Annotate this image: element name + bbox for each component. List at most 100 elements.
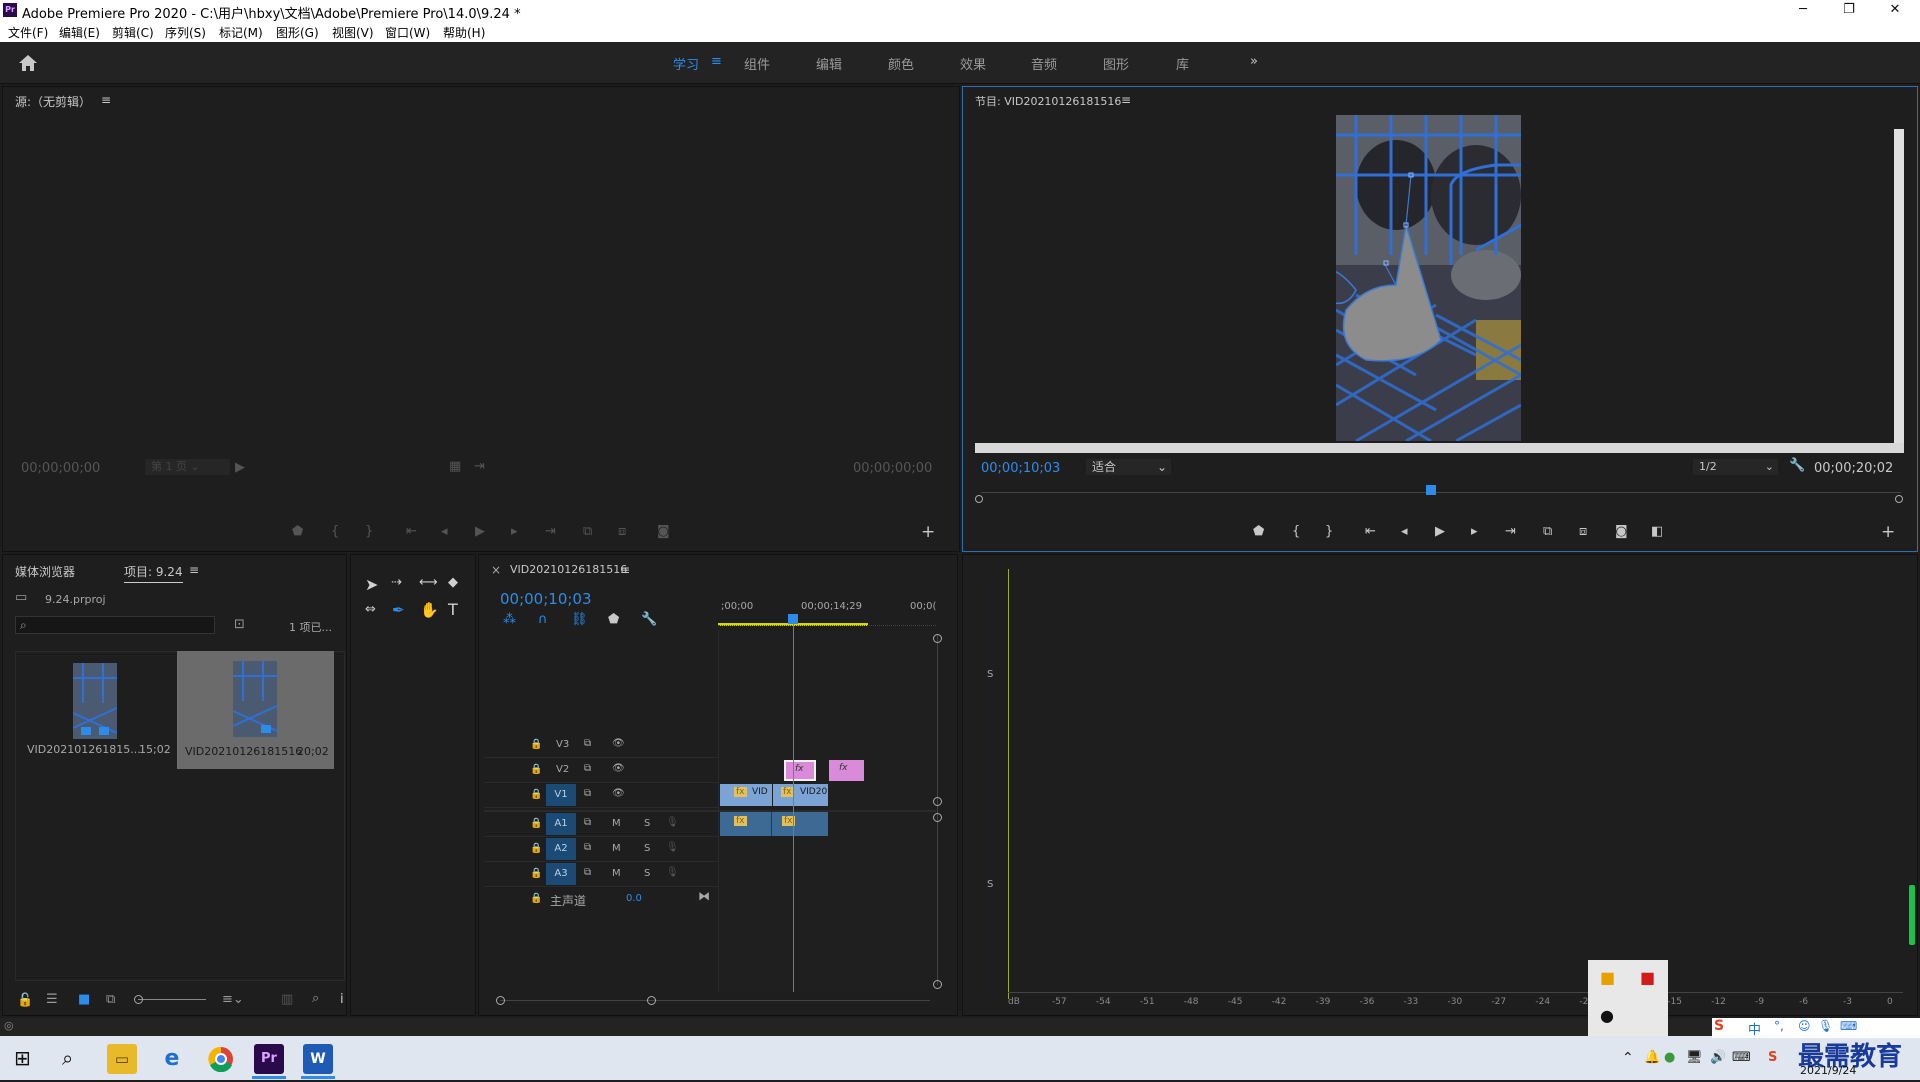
source-go-to-in-icon[interactable]: ⇤ bbox=[406, 524, 417, 539]
lock-icon[interactable]: 🔒 bbox=[530, 739, 542, 750]
tray-app-icon[interactable]: ■ bbox=[1640, 968, 1655, 987]
solo-button[interactable]: S bbox=[644, 868, 650, 879]
wrench-icon[interactable]: 🔧 bbox=[1789, 458, 1805, 473]
eye-icon[interactable]: 👁 bbox=[612, 763, 625, 774]
more-workspaces-icon[interactable]: » bbox=[1250, 54, 1258, 69]
menu-clip[interactable]: 剪辑(C) bbox=[112, 24, 154, 41]
mute-button[interactable]: M bbox=[612, 868, 621, 879]
project-item-selected[interactable]: VID20210126181516 20;02 bbox=[177, 651, 334, 769]
ime-mode-label[interactable]: 中 bbox=[1748, 1019, 1761, 1038]
v1-clip[interactable]: fx VID20 bbox=[773, 784, 828, 806]
premiere-taskbar-icon[interactable]: Pr bbox=[254, 1044, 284, 1074]
chrome-icon[interactable] bbox=[206, 1044, 236, 1074]
source-page-dropdown[interactable]: 第 1 页 ⌄ bbox=[145, 459, 230, 475]
source-export-frame-icon[interactable]: ◙ bbox=[657, 524, 670, 539]
microphone-icon[interactable]: 🎙 bbox=[666, 817, 679, 828]
program-horizontal-scrollbar[interactable] bbox=[975, 443, 1904, 453]
solo-button[interactable]: S bbox=[644, 818, 650, 829]
workspace-libraries[interactable]: 库 bbox=[1176, 54, 1189, 73]
program-step-back-icon[interactable]: ◂ bbox=[1401, 524, 1408, 539]
ime-punctuation-icon[interactable]: °, bbox=[1774, 1019, 1784, 1033]
workspace-audio[interactable]: 音频 bbox=[1031, 54, 1057, 73]
track-target-a3[interactable]: A3 bbox=[546, 863, 576, 885]
selection-tool-icon[interactable]: ➤ bbox=[365, 575, 378, 594]
program-mark-out-icon[interactable]: } bbox=[1325, 524, 1333, 539]
program-video-frame[interactable] bbox=[1336, 115, 1521, 441]
notification-icon[interactable]: 🔔 bbox=[1644, 1050, 1660, 1065]
menu-edit[interactable]: 编辑(E) bbox=[59, 24, 100, 41]
word-taskbar-icon[interactable]: W bbox=[303, 1044, 333, 1074]
source-step-back-icon[interactable]: ◂ bbox=[441, 524, 448, 539]
menu-file[interactable]: 文件(F) bbox=[8, 24, 48, 41]
source-insert-icon[interactable]: ⇥ bbox=[474, 459, 485, 474]
timeline-settings-icon[interactable]: 🔧 bbox=[641, 612, 657, 627]
sequence-tab[interactable]: VID20210126181516 bbox=[510, 563, 627, 576]
eye-icon[interactable]: 👁 bbox=[612, 788, 625, 799]
program-extract-icon[interactable]: ⧈ bbox=[1579, 524, 1587, 539]
pen-tool-icon[interactable]: ✒ bbox=[392, 601, 405, 619]
solo-button[interactable]: S bbox=[987, 879, 993, 890]
solo-button[interactable]: S bbox=[644, 843, 650, 854]
nest-icon[interactable]: ⁂ bbox=[503, 612, 516, 627]
ripple-edit-tool-icon[interactable]: ⟷ bbox=[419, 575, 438, 590]
network-icon[interactable]: 🖥 bbox=[1686, 1050, 1703, 1065]
timeline-timecode[interactable]: 00;00;10;03 bbox=[500, 590, 592, 608]
panel-menu-icon[interactable]: ≡ bbox=[1121, 93, 1131, 107]
sync-icon[interactable]: ⧉ bbox=[584, 763, 591, 774]
workspace-assembly[interactable]: 组件 bbox=[744, 54, 770, 73]
sync-icon[interactable]: ⧉ bbox=[584, 842, 591, 853]
file-explorer-icon[interactable]: ▭ bbox=[107, 1044, 137, 1074]
ime-emoji-icon[interactable]: ☺ bbox=[1798, 1019, 1811, 1033]
panel-menu-icon[interactable]: ≡ bbox=[189, 563, 199, 577]
program-add-button-icon[interactable]: + bbox=[1881, 522, 1895, 542]
v2-clip[interactable]: fx bbox=[829, 760, 864, 781]
source-play-icon[interactable]: ▶ bbox=[475, 524, 485, 539]
workspace-menu-icon[interactable]: ≡ bbox=[711, 54, 722, 69]
program-go-to-out-icon[interactable]: ⇥ bbox=[1505, 524, 1516, 539]
windows-start-icon[interactable]: ⊞ bbox=[14, 1046, 31, 1070]
linked-selection-icon[interactable]: ⛓ bbox=[571, 612, 588, 627]
program-mark-in-icon[interactable]: { bbox=[1292, 524, 1300, 539]
source-overwrite-icon[interactable]: ⧈ bbox=[618, 524, 626, 539]
lock-icon[interactable]: 🔒 bbox=[530, 893, 542, 904]
lock-icon[interactable]: 🔒 bbox=[530, 789, 542, 800]
ime-keyboard-icon[interactable]: ⌨ bbox=[1840, 1019, 1857, 1033]
eye-icon[interactable]: 👁 bbox=[612, 738, 625, 749]
solo-button[interactable]: S bbox=[987, 669, 993, 680]
h-scroll-handle-left[interactable] bbox=[496, 996, 505, 1005]
program-step-forward-icon[interactable]: ▸ bbox=[1471, 524, 1478, 539]
source-add-marker-icon[interactable]: ⬟ bbox=[292, 524, 303, 539]
lock-icon[interactable]: 🔒 bbox=[530, 843, 542, 854]
program-lift-icon[interactable]: ⧉ bbox=[1543, 524, 1552, 539]
project-item[interactable]: VID202101261815... 15;02 bbox=[17, 653, 173, 765]
sync-icon[interactable]: ⧉ bbox=[584, 817, 591, 828]
workspace-color[interactable]: 颜色 bbox=[888, 54, 914, 73]
source-settings-icon[interactable]: ▦ bbox=[449, 459, 461, 474]
tray-expand-icon[interactable]: ⌃ bbox=[1622, 1050, 1634, 1066]
freeform-view-icon[interactable]: ⧉ bbox=[106, 992, 115, 1007]
microphone-icon[interactable]: 🎙 bbox=[666, 842, 679, 853]
program-fit-dropdown[interactable]: 适合 ⌄ bbox=[1086, 459, 1171, 475]
source-step-forward-icon[interactable]: ▸ bbox=[511, 524, 518, 539]
ime-tray-icon[interactable]: ⌨ bbox=[1732, 1050, 1751, 1065]
menu-graphics[interactable]: 图形(G) bbox=[276, 24, 319, 41]
h-scroll-handle-right[interactable] bbox=[647, 996, 656, 1005]
program-resolution-dropdown[interactable]: 1/2 ⌄ bbox=[1693, 459, 1778, 475]
master-volume-value[interactable]: 0.0 bbox=[626, 893, 642, 904]
automate-icon[interactable]: ▥ bbox=[281, 992, 293, 1007]
sync-icon[interactable]: ⧉ bbox=[584, 738, 591, 749]
v1-clip[interactable]: fx VID bbox=[720, 784, 772, 806]
source-add-button-icon[interactable]: + bbox=[921, 522, 935, 542]
workspace-effects[interactable]: 效果 bbox=[960, 54, 986, 73]
sync-icon[interactable]: ⧉ bbox=[584, 867, 591, 878]
go-to-edge-icon[interactable]: ⧓ bbox=[698, 889, 710, 903]
track-target-v1[interactable]: V1 bbox=[546, 784, 576, 806]
mute-button[interactable]: M bbox=[612, 843, 621, 854]
list-view-icon[interactable]: ☰ bbox=[46, 992, 58, 1007]
add-marker-icon[interactable]: ⬟ bbox=[608, 612, 619, 627]
search-icon[interactable]: ⌕ bbox=[62, 1046, 73, 1070]
program-export-frame-icon[interactable]: ◙ bbox=[1615, 524, 1628, 539]
program-current-timecode[interactable]: 00;00;10;03 bbox=[981, 461, 1060, 476]
slip-tool-icon[interactable]: ⇔ bbox=[365, 602, 376, 617]
workspace-editing[interactable]: 编辑 bbox=[816, 54, 842, 73]
